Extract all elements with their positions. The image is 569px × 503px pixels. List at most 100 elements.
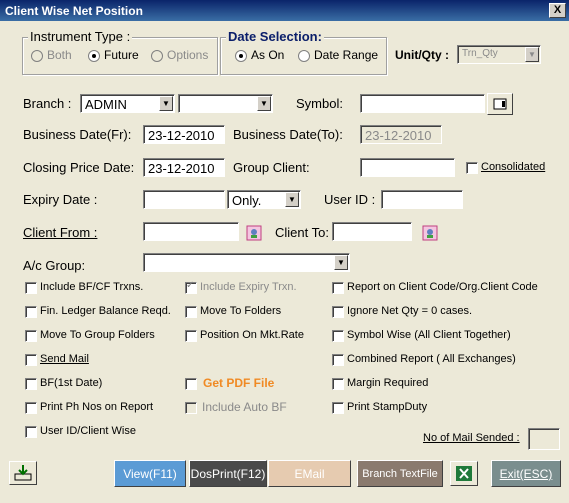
closing-price-value: 23-12-2010 (148, 161, 215, 176)
move-folders-checkbox[interactable] (185, 306, 197, 318)
user-client-label: User ID/Client Wise (40, 425, 136, 437)
business-date-to-input[interactable]: 23-12-2010 (360, 125, 442, 144)
expiry-mode-select[interactable]: Only. ▼ (227, 190, 301, 209)
ignore-net-checkbox[interactable] (332, 306, 344, 318)
download-button[interactable] (9, 461, 37, 485)
excel-icon (456, 466, 472, 481)
symbol-wise-checkbox[interactable] (332, 330, 344, 342)
mail-count-label: No of Mail Sended : (423, 432, 520, 444)
client-to-input[interactable] (332, 222, 412, 241)
close-button[interactable]: X (549, 3, 566, 18)
radio-date-range-label: Date Range (314, 48, 379, 62)
radio-as-on-indicator (235, 49, 247, 62)
expiry-mode-value: Only. (232, 193, 262, 208)
include-expiry-checkbox[interactable] (185, 280, 197, 294)
expiry-label: Expiry Date : (23, 192, 98, 207)
business-date-to-label: Business Date(To): (233, 127, 343, 142)
move-group-checkbox[interactable] (25, 330, 37, 342)
radio-both[interactable]: Both (31, 48, 72, 62)
radio-as-on-label: As On (251, 48, 285, 62)
user-client-checkbox[interactable] (25, 426, 37, 438)
chevron-down-icon[interactable]: ▼ (285, 192, 299, 207)
move-group-label: Move To Group Folders (40, 329, 155, 341)
exit-button[interactable]: Exit(ESC) (491, 460, 561, 487)
business-date-fr-label: Business Date(Fr): (23, 127, 132, 142)
date-selection-legend: Date Selection: (226, 29, 324, 44)
chevron-down-icon[interactable]: ▼ (159, 96, 173, 111)
symbol-wise-label: Symbol Wise (All Client Together) (347, 329, 511, 341)
group-client-input[interactable] (360, 158, 455, 177)
title-bar: Client Wise Net Position X (0, 0, 569, 21)
radio-options-label: Options (167, 48, 209, 62)
view-button[interactable]: View(F11) (114, 460, 186, 487)
margin-checkbox[interactable] (332, 378, 344, 390)
position-mkt-label: Position On Mkt.Rate (200, 329, 304, 341)
radio-future-indicator (88, 49, 100, 62)
window-title: Client Wise Net Position (5, 4, 143, 18)
include-bf-checkbox[interactable] (25, 282, 37, 294)
client-search-icon[interactable] (246, 225, 262, 241)
download-icon (14, 465, 32, 481)
branch-select[interactable]: ADMIN ▼ (80, 94, 175, 113)
radio-future-label: Future (104, 48, 139, 62)
report-client-code-label: Report on Client Code/Org.Client Code (347, 281, 538, 293)
dosprint-button[interactable]: DosPrint(F12) (189, 460, 267, 487)
symbol-input[interactable] (360, 94, 485, 113)
chevron-down-icon[interactable]: ▼ (257, 96, 271, 111)
unit-value: Trn_Qty (462, 48, 498, 59)
client-search-icon[interactable] (422, 225, 438, 241)
client-from-label: Client From : (23, 225, 98, 240)
client-to-label: Client To: (275, 225, 329, 240)
expiry-input[interactable] (143, 190, 225, 209)
branch-label: Branch : (23, 96, 72, 111)
move-folders-label: Move To Folders (200, 305, 282, 317)
bf-first-checkbox[interactable] (25, 378, 37, 390)
radio-date-range[interactable]: Date Range (298, 48, 378, 62)
closing-price-input[interactable]: 23-12-2010 (143, 158, 225, 177)
chevron-down-icon[interactable]: ▼ (334, 255, 348, 270)
send-mail-label: Send Mail (40, 353, 89, 365)
user-id-label: User ID : (324, 192, 376, 207)
print-ph-checkbox[interactable] (25, 402, 37, 414)
unit-label: Unit/Qty : (395, 48, 449, 62)
include-bf-label: Include BF/CF Trxns. (40, 281, 144, 293)
instrument-type-legend: Instrument Type : (28, 29, 133, 44)
combined-report-checkbox[interactable] (332, 354, 344, 366)
send-mail-checkbox[interactable] (25, 354, 37, 366)
radio-future[interactable]: Future (88, 48, 139, 62)
client-from-input[interactable] (143, 222, 239, 241)
print-stamp-label: Print StampDuty (347, 401, 428, 413)
get-pdf-checkbox[interactable] (185, 378, 197, 390)
business-date-fr-value: 23-12-2010 (148, 128, 215, 143)
branch-select-2[interactable]: ▼ (178, 94, 273, 113)
include-auto-bf-checkbox[interactable] (185, 402, 197, 414)
print-stamp-checkbox[interactable] (332, 402, 344, 414)
email-button[interactable]: EMail (268, 460, 351, 487)
position-mkt-checkbox[interactable] (185, 330, 197, 342)
include-expiry-label: Include Expiry Trxn. (200, 281, 297, 293)
chevron-down-icon[interactable]: ▼ (525, 47, 539, 62)
bf-first-label: BF(1st Date) (40, 377, 103, 389)
consolidated-label: Consolidated (481, 161, 546, 173)
branch-textfile-button[interactable]: Branch TextFile (357, 460, 443, 487)
ignore-net-label: Ignore Net Qty = 0 cases. (347, 305, 473, 317)
mail-count-input[interactable] (528, 428, 560, 450)
ac-group-select[interactable]: ▼ (143, 253, 350, 272)
combined-report-label: Combined Report ( All Exchanges) (347, 353, 516, 365)
excel-button[interactable] (450, 461, 478, 486)
include-auto-bf-label: Include Auto BF (202, 400, 287, 414)
business-date-to-value: 23-12-2010 (365, 128, 432, 143)
report-client-code-checkbox[interactable] (332, 282, 344, 294)
radio-options[interactable]: Options (151, 48, 208, 62)
symbol-browse-button[interactable] (487, 93, 513, 115)
unit-select[interactable]: Trn_Qty ▼ (457, 45, 541, 64)
business-date-fr-input[interactable]: 23-12-2010 (143, 125, 225, 144)
radio-as-on[interactable]: As On (235, 48, 284, 62)
user-id-input[interactable] (381, 190, 463, 209)
consolidated-checkbox[interactable] (466, 162, 478, 174)
radio-both-label: Both (47, 48, 72, 62)
fin-ledger-label: Fin. Ledger Balance Reqd. (40, 305, 171, 317)
fin-ledger-checkbox[interactable] (25, 306, 37, 318)
get-pdf-label: Get PDF File (203, 376, 275, 390)
margin-label: Margin Required (347, 377, 429, 389)
